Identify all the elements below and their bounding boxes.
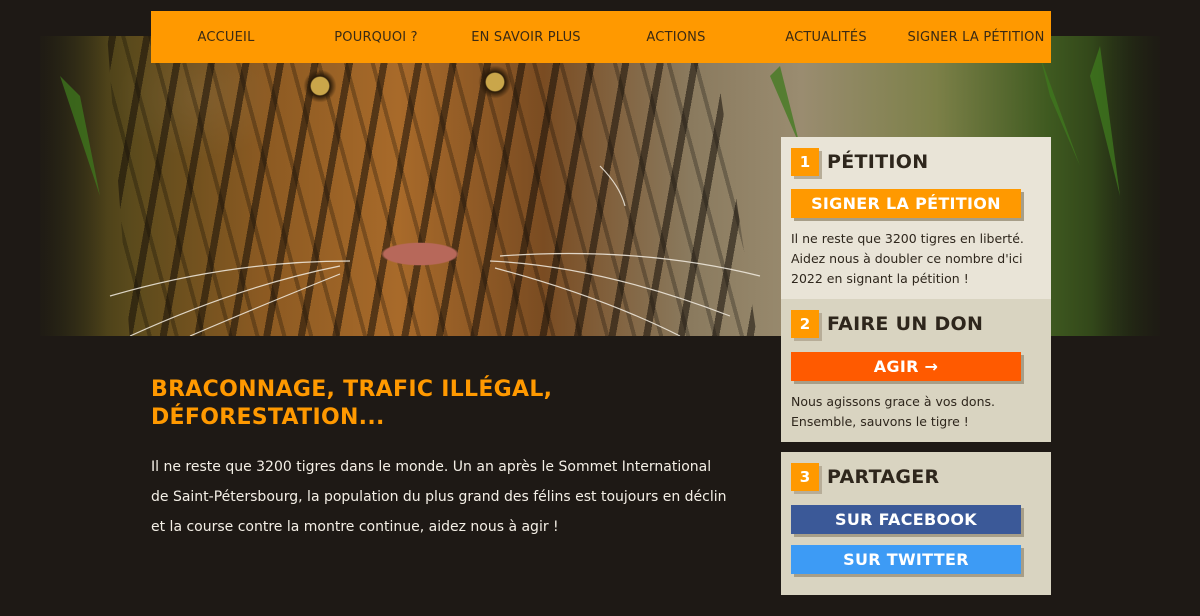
sign-petition-button[interactable]: SIGNER LA PÉTITION — [791, 189, 1021, 218]
intro-text: Il ne reste que 3200 tigres dans le mond… — [151, 459, 727, 535]
share-facebook-button[interactable]: SUR FACEBOOK — [791, 505, 1021, 534]
page-headline: BRACONNAGE, TRAFIC ILLÉGAL, DÉFORESTATIO… — [151, 377, 553, 430]
share-card: 3 PARTAGER SUR FACEBOOK SUR TWITTER — [781, 452, 1051, 595]
nav-accueil[interactable]: ACCUEIL — [151, 30, 301, 45]
nav-actions[interactable]: ACTIONS — [601, 30, 751, 45]
agir-button[interactable]: AGIR → — [791, 352, 1021, 381]
donation-text: Nous agissons grace à vos dons. Ensemble… — [791, 394, 995, 429]
step-badge: 2 — [791, 310, 819, 338]
nav-pourquoi[interactable]: POURQUOI ? — [301, 30, 451, 45]
nav-en-savoir-plus[interactable]: EN SAVOIR PLUS — [451, 30, 601, 45]
step-badge: 3 — [791, 463, 819, 491]
nav-actualites[interactable]: ACTUALITÉS — [751, 30, 901, 45]
main-nav: ACCUEIL POURQUOI ? EN SAVOIR PLUS ACTION… — [151, 11, 1051, 63]
share-header: 3 PARTAGER — [791, 463, 939, 491]
share-title: PARTAGER — [827, 466, 940, 488]
petition-header: 1 PÉTITION — [791, 148, 928, 176]
petition-text: Il ne reste que 3200 tigres en liberté. … — [791, 231, 1024, 286]
nav-signer-petition[interactable]: SIGNER LA PÉTITION — [901, 30, 1051, 45]
donation-card: 2 FAIRE UN DON AGIR → Nous agissons grac… — [781, 299, 1051, 442]
step-badge: 1 — [791, 148, 819, 176]
petition-title: PÉTITION — [827, 151, 929, 173]
donation-title: FAIRE UN DON — [827, 313, 984, 335]
donation-header: 2 FAIRE UN DON — [791, 310, 983, 338]
share-twitter-button[interactable]: SUR TWITTER — [791, 545, 1021, 574]
petition-card: 1 PÉTITION SIGNER LA PÉTITION Il ne rest… — [781, 137, 1051, 299]
